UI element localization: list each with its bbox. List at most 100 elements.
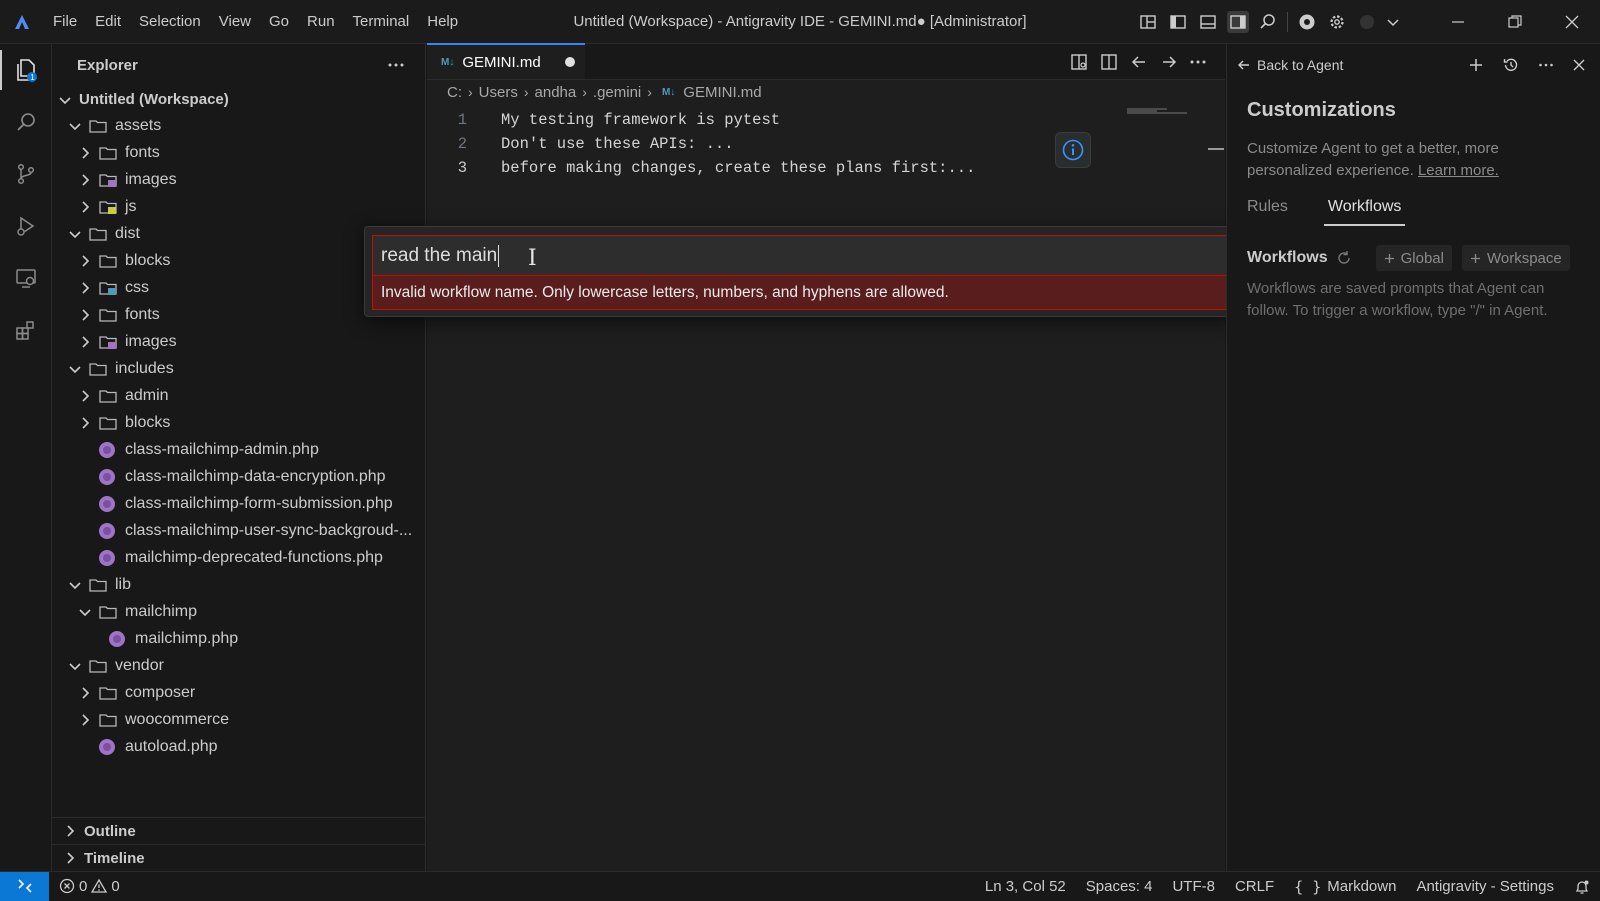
workspace-root[interactable]: Untitled (Workspace) <box>52 86 425 113</box>
open-preview-icon[interactable] <box>1069 52 1089 72</box>
menu-run[interactable]: Run <box>298 7 344 37</box>
line-number: 2 <box>457 135 467 153</box>
breadcrumb-gemini-folder[interactable]: .gemini <box>593 84 641 101</box>
folder-item[interactable]: mailchimp <box>52 598 425 625</box>
cursor-position[interactable]: Ln 3, Col 52 <box>985 878 1066 895</box>
file-item[interactable]: mailchimp.php <box>52 625 425 652</box>
folder-item[interactable]: fonts <box>52 139 425 166</box>
folder-item[interactable]: includes <box>52 355 425 382</box>
tree-item-label: woocommerce <box>125 710 230 728</box>
settings-status[interactable]: Antigravity - Settings <box>1416 878 1554 895</box>
folder-item[interactable]: blocks <box>52 409 425 436</box>
menu-help[interactable]: Help <box>418 7 467 37</box>
back-to-agent-button[interactable]: Back to Agent <box>1237 57 1343 73</box>
tree-item-label: fonts <box>125 143 160 161</box>
more-actions-icon[interactable] <box>387 62 405 68</box>
encoding[interactable]: UTF-8 <box>1172 878 1215 895</box>
language-mode[interactable]: { } Markdown <box>1294 878 1396 896</box>
add-global-workflow-button[interactable]: Global <box>1375 245 1452 271</box>
toggle-panel-icon[interactable] <box>1197 11 1219 33</box>
folder-item[interactable]: assets <box>52 112 425 139</box>
folder-item[interactable]: js <box>52 193 425 220</box>
workflow-name-input[interactable]: read the main <box>372 235 1227 275</box>
file-item[interactable]: autoload.php <box>52 733 425 760</box>
folder-item[interactable]: images <box>52 166 425 193</box>
toggle-secondary-sidebar-icon[interactable] <box>1227 11 1249 33</box>
menu-view[interactable]: View <box>210 7 260 37</box>
problems-indicator[interactable]: 0 0 <box>59 878 120 895</box>
minimap[interactable] <box>1127 108 1187 114</box>
tab-rules[interactable]: Rules <box>1247 198 1288 226</box>
line-ending[interactable]: CRLF <box>1235 878 1274 895</box>
menu-terminal[interactable]: Terminal <box>344 7 419 37</box>
folder-item[interactable]: vendor <box>52 652 425 679</box>
chevron-right-icon <box>77 334 93 350</box>
split-editor-icon[interactable] <box>1099 52 1119 72</box>
more-actions-icon[interactable] <box>1538 62 1554 68</box>
explorer-activity-icon[interactable]: 1 <box>0 44 52 96</box>
file-item[interactable]: mailchimp-deprecated-functions.php <box>52 544 425 571</box>
menu-selection[interactable]: Selection <box>130 7 210 37</box>
file-item[interactable]: class-mailchimp-form-submission.php <box>52 490 425 517</box>
explorer-title: Explorer <box>77 56 138 74</box>
remote-explorer-icon[interactable] <box>0 252 52 304</box>
folder-icon <box>99 145 117 161</box>
tab-workflows[interactable]: Workflows <box>1323 198 1406 226</box>
folder-item[interactable]: composer <box>52 679 425 706</box>
breadcrumb: C: › Users › andha › .gemini › M↓ GEMINI… <box>427 80 1225 104</box>
customize-layout-icon[interactable] <box>1137 11 1159 33</box>
account-avatar-icon[interactable] <box>1356 11 1378 33</box>
notifications-bell-icon[interactable] <box>1574 879 1590 895</box>
file-item[interactable]: class-mailchimp-admin.php <box>52 436 425 463</box>
menu-edit[interactable]: Edit <box>86 7 130 37</box>
folder-item[interactable]: woocommerce <box>52 706 425 733</box>
outline-section[interactable]: Outline <box>52 817 425 844</box>
indentation[interactable]: Spaces: 4 <box>1086 878 1153 895</box>
timeline-label: Timeline <box>84 849 145 867</box>
folder-item[interactable]: lib <box>52 571 425 598</box>
file-item[interactable]: class-mailchimp-user-sync-backgroud-... <box>52 517 425 544</box>
file-item[interactable]: class-mailchimp-data-encryption.php <box>52 463 425 490</box>
add-workspace-workflow-button[interactable]: Workspace <box>1461 245 1570 271</box>
breadcrumb-drive[interactable]: C: <box>447 84 462 101</box>
breadcrumb-user[interactable]: andha <box>535 84 577 101</box>
editor-area: M↓ GEMINI.md C: › Users › andha › .gemin… <box>427 43 1225 871</box>
remote-indicator-button[interactable] <box>0 871 49 901</box>
go-forward-icon[interactable] <box>1159 52 1179 72</box>
close-icon[interactable] <box>1572 58 1586 72</box>
minimize-button[interactable] <box>1429 0 1486 44</box>
folder-item[interactable]: images <box>52 328 425 355</box>
menu-file[interactable]: File <box>44 7 86 37</box>
scrollbar-cursor-marker <box>1208 148 1224 150</box>
chrome-icon[interactable] <box>1296 11 1318 33</box>
info-icon[interactable] <box>1055 132 1091 168</box>
refresh-icon[interactable] <box>1336 250 1352 266</box>
search-icon[interactable] <box>1257 11 1279 33</box>
folder-icon <box>89 658 107 674</box>
more-actions-icon[interactable] <box>1189 59 1207 65</box>
unsaved-dot-icon[interactable] <box>564 57 575 67</box>
source-control-icon[interactable] <box>0 148 52 200</box>
chevron-down-icon[interactable] <box>1386 11 1400 33</box>
breadcrumb-file[interactable]: GEMINI.md <box>683 84 761 101</box>
timeline-section[interactable]: Timeline <box>52 844 425 871</box>
learn-more-link[interactable]: Learn more. <box>1418 162 1499 179</box>
go-back-icon[interactable] <box>1129 52 1149 72</box>
menu-go[interactable]: Go <box>260 7 298 37</box>
run-debug-icon[interactable] <box>0 200 52 252</box>
extensions-icon[interactable] <box>0 304 52 356</box>
gear-icon[interactable] <box>1326 11 1348 33</box>
plus-icon[interactable] <box>1468 57 1484 73</box>
toggle-primary-sidebar-icon[interactable] <box>1167 11 1189 33</box>
arrow-left-icon <box>1238 60 1249 70</box>
search-activity-icon[interactable] <box>0 96 52 148</box>
close-window-button[interactable] <box>1543 0 1600 44</box>
tab-gemini-md[interactable]: M↓ GEMINI.md <box>427 43 585 79</box>
restore-button[interactable] <box>1486 0 1543 44</box>
history-icon[interactable] <box>1502 56 1520 74</box>
breadcrumb-users[interactable]: Users <box>479 84 518 101</box>
chevron-down-icon <box>67 226 83 242</box>
folder-item[interactable]: admin <box>52 382 425 409</box>
language-label: Markdown <box>1327 878 1397 895</box>
